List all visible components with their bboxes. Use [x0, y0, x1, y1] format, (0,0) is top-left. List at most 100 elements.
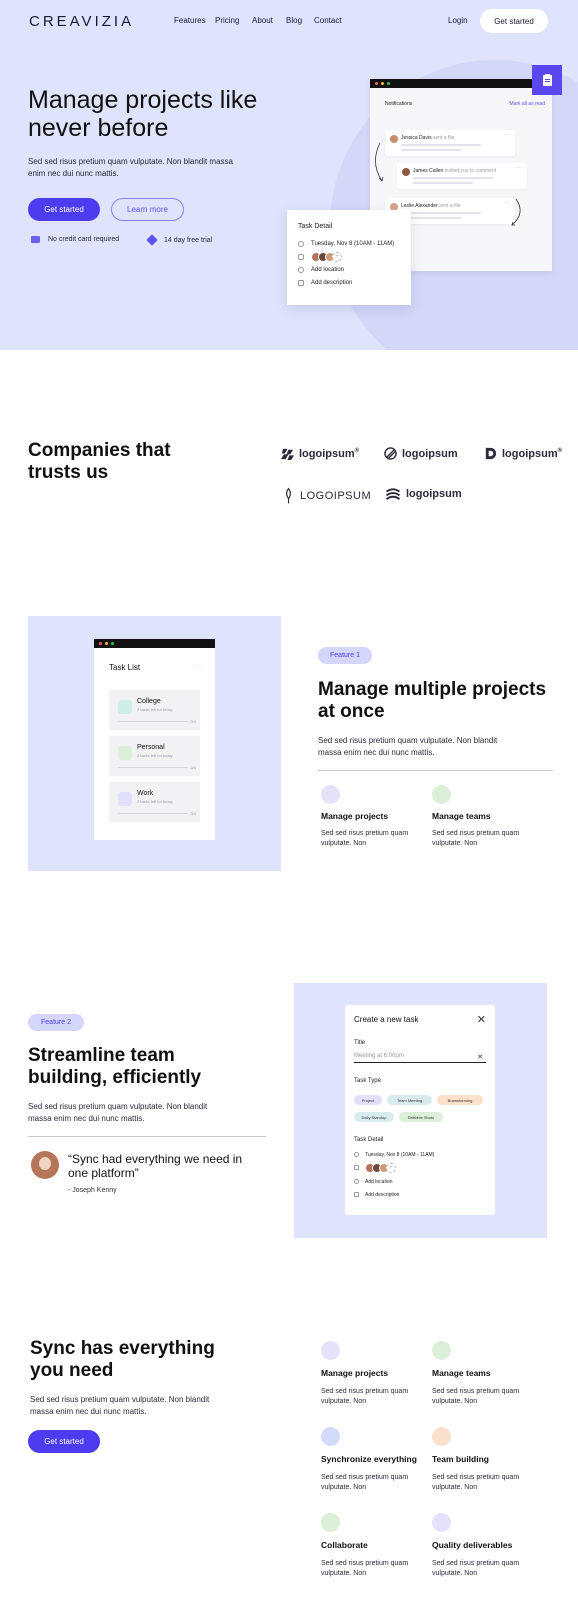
maximize-dot-icon: [111, 642, 114, 645]
card-icon: [31, 236, 40, 243]
curved-arrow-icon: [375, 142, 384, 182]
close-icon[interactable]: ✕: [477, 1013, 486, 1026]
window-titlebar: [94, 639, 215, 648]
task-title-input[interactable]: Meeting at 6:00pm ✕: [354, 1053, 486, 1063]
task-card-work[interactable]: Work 2 tasks left for today 0/4: [109, 782, 200, 822]
sync-item-title: Manage teams: [432, 1368, 491, 1378]
sync-item-title: Manage projects: [321, 1368, 389, 1378]
nav-link-features[interactable]: Features: [174, 16, 206, 25]
placeholder-line: [401, 149, 461, 151]
add-location-row[interactable]: Add location: [354, 1175, 393, 1188]
logo-text: logoipsum: [406, 487, 462, 500]
sync-item-desc: Sed sed risus pretium quam vulputate. No…: [432, 1560, 520, 1577]
avatar: [390, 135, 398, 143]
sparkle-icon: [146, 234, 158, 246]
tag-project[interactable]: Project: [354, 1095, 382, 1105]
feature2-title: Streamline team building, efficiently: [28, 1045, 202, 1088]
sync-item-title: Team building: [432, 1454, 489, 1464]
tag-team-meeting[interactable]: Team Meeting: [387, 1095, 432, 1105]
minimize-dot-icon: [105, 642, 108, 645]
logo-mark-icon: [281, 448, 294, 460]
login-link[interactable]: Login: [448, 16, 468, 25]
sync-item-desc: Sed sed risus pretium quam vulputate. No…: [321, 1560, 409, 1577]
placeholder-line: [401, 212, 481, 214]
sync-item-title: Collaborate: [321, 1540, 368, 1550]
feature2-subtitle: Sed sed risus pretium quam vulputate. No…: [28, 1102, 208, 1123]
hero-learn-more-button[interactable]: Learn more: [111, 198, 184, 221]
task-card-college[interactable]: College 2 tasks left for today 0/4: [109, 690, 200, 730]
task-card-count: 0/4: [190, 765, 196, 770]
add-location-label: Add location: [365, 1178, 393, 1185]
more-icon[interactable]: ···: [516, 165, 522, 171]
graduation-cap-icon: [118, 700, 132, 714]
nav-link-contact[interactable]: Contact: [314, 16, 342, 25]
more-icon[interactable]: · · ·: [192, 663, 203, 670]
nav-link-pricing[interactable]: Pricing: [215, 16, 239, 25]
sync-get-started-button[interactable]: Get started: [28, 1430, 100, 1453]
notifications-header: Notifications: [385, 101, 413, 107]
title-label: Title: [354, 1040, 366, 1046]
people-icon: [354, 1165, 359, 1170]
task-list-window: Task List · · · College 2 tasks left for…: [94, 639, 215, 840]
clock-icon: [298, 240, 304, 247]
placeholder-line: [413, 182, 473, 184]
window-titlebar: [370, 79, 552, 88]
notification-item[interactable]: James Callen invited you to comment ···: [397, 163, 527, 189]
partner-logo: logoipsum ®: [281, 447, 359, 460]
partner-logo: logoipsum ®: [484, 447, 562, 460]
tag-brainstorming[interactable]: Brainstorming: [437, 1095, 483, 1105]
add-description-row[interactable]: Add description: [354, 1188, 399, 1201]
trust-title: Companies that trusts us: [28, 440, 171, 483]
close-dot-icon: [375, 82, 378, 85]
task-detail-label: Task Detail: [354, 1137, 384, 1143]
nav-link-about[interactable]: About: [252, 16, 273, 25]
tag-dribbble-shots[interactable]: Dribbble Shots: [399, 1112, 443, 1122]
projects-icon: [321, 785, 340, 804]
add-location-row[interactable]: Add location: [298, 263, 400, 276]
partner-logo: LOGOIPSUM: [282, 487, 371, 505]
more-icon[interactable]: ···: [504, 132, 510, 138]
nav-link-blog[interactable]: Blog: [286, 16, 302, 25]
task-card-personal[interactable]: Personal 2 tasks left for today 0/4: [109, 736, 200, 776]
partner-logo: logoipsum: [385, 487, 462, 500]
notification-name: Leslie Alexander: [401, 203, 438, 209]
brand-logo[interactable]: CREAVIZIA: [29, 13, 134, 30]
clear-icon[interactable]: ✕: [477, 1053, 483, 1061]
sync-icon: [321, 1427, 340, 1446]
free-trial-label: 14 day free trial: [164, 236, 213, 244]
task-title-placeholder: Meeting at 6:00pm: [354, 1053, 404, 1059]
divider: [28, 1136, 266, 1137]
task-date: Tuesday, Nov 8 (10AM - 11AM): [365, 1151, 435, 1158]
add-assignee-icon[interactable]: +: [332, 251, 342, 262]
teams-icon: [432, 785, 451, 804]
tag-daily-standup[interactable]: Daily Standup: [354, 1112, 394, 1122]
quality-icon: [432, 1513, 451, 1532]
hero-get-started-button[interactable]: Get started: [28, 198, 100, 221]
feature1-subtitle: Sed sed risus pretium quam vulputate. No…: [318, 736, 498, 757]
task-card-name: Work: [137, 790, 154, 797]
add-description-row[interactable]: Add description: [298, 276, 400, 289]
free-trial-feature: 14 day free trial: [146, 234, 213, 246]
feature1-title: Manage multiple projects at once: [318, 679, 547, 722]
sync-item-title: Quality deliverables: [432, 1540, 513, 1550]
task-card-name: Personal: [137, 744, 165, 751]
assignees-row: +: [354, 1161, 396, 1174]
person-icon: [118, 746, 132, 760]
task-card-meta: 2 tasks left for today: [137, 753, 173, 758]
avatar: [31, 1151, 59, 1179]
logo-mark-icon: [485, 447, 497, 460]
assignees-row: +: [298, 250, 400, 263]
add-location-label: Add location: [311, 266, 345, 273]
sync-title: Sync has everything you need: [30, 1338, 215, 1381]
partner-logo: logoipsum: [384, 447, 458, 460]
nav-get-started-button[interactable]: Get started: [480, 9, 548, 33]
notification-item[interactable]: Jessica Davis sent a file ···: [385, 130, 515, 156]
sync-item-desc: Sed sed risus pretium quam vulputate. No…: [321, 1388, 409, 1405]
task-type-label: Task Type: [354, 1078, 381, 1084]
sync-item-desc: Sed sed risus pretium quam vulputate. No…: [321, 1474, 409, 1491]
sync-item-desc: Sed sed risus pretium quam vulputate. No…: [432, 1474, 520, 1491]
add-assignee-icon[interactable]: +: [386, 1162, 396, 1173]
task-list-title: Task List: [109, 663, 141, 672]
sync-item-title: Synchronize everything: [321, 1454, 417, 1464]
mark-all-read-link[interactable]: Mark all as read: [509, 101, 545, 107]
